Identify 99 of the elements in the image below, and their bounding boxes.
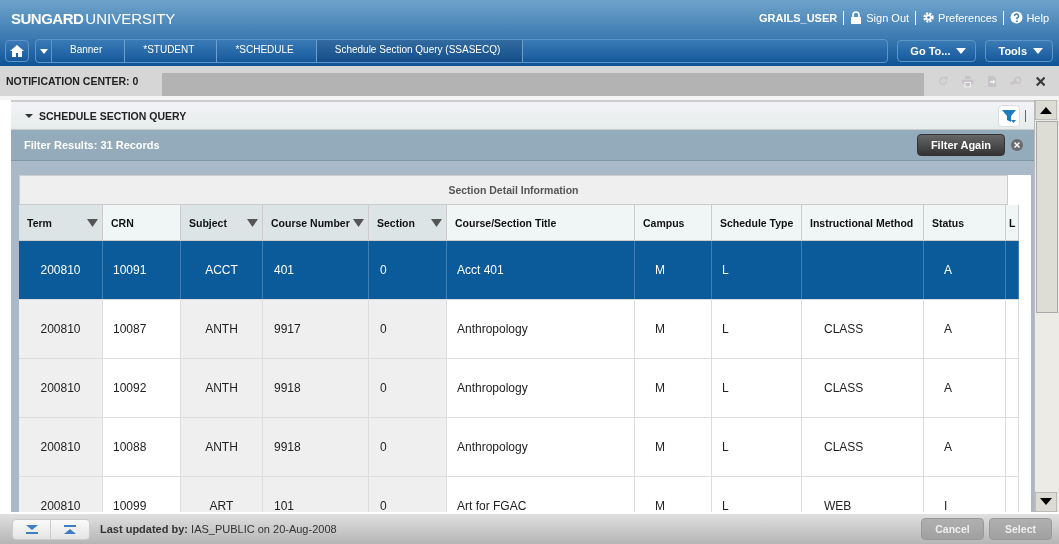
table-cell: M <box>655 440 665 454</box>
table-cell: A <box>944 440 952 454</box>
help-icon[interactable] <box>1010 11 1024 25</box>
table-cell: 0 <box>380 499 387 512</box>
home-icon[interactable] <box>10 45 24 57</box>
header-link[interactable]: Sign Out <box>850 11 910 25</box>
gear-icon[interactable] <box>922 11 936 25</box>
arrow-top-icon[interactable] <box>64 524 76 534</box>
breadcrumb[interactable]: Banner <box>52 40 126 62</box>
user-name: GRAILS_USER <box>759 12 838 24</box>
table-cell: CLASS <box>824 381 864 395</box>
last-updated: Last updated by: IAS_PUBLIC on 20-Aug-2008 <box>100 523 338 535</box>
table-cell: A <box>944 381 952 395</box>
breadcrumb[interactable]: *SCHEDULE <box>217 40 317 62</box>
table-cell: 401 <box>274 263 295 277</box>
table-cell: M <box>655 499 665 512</box>
table-cell: L <box>722 263 729 277</box>
table-cell: M <box>655 263 665 277</box>
table-cell: A <box>944 263 952 277</box>
section-toggle[interactable]: SCHEDULE SECTION QUERY <box>25 109 998 122</box>
table-cell: M <box>655 322 665 336</box>
close-icon[interactable] <box>1035 74 1045 88</box>
table-row[interactable]: 200810 10092 ANTH 9918 0 Anthropology M L CLASS A <box>19 359 1019 418</box>
column-header[interactable]: Section <box>369 205 447 240</box>
column-header[interactable]: Subject <box>181 205 263 240</box>
caret-icon[interactable] <box>956 48 967 54</box>
home-button[interactable] <box>5 40 29 62</box>
scroll-up-icon[interactable] <box>1035 100 1057 120</box>
column-header[interactable]: Course Number <box>263 205 369 240</box>
scroll-thumb[interactable] <box>1036 121 1058 313</box>
table-cell: 200810 <box>40 499 81 512</box>
table-cell: 200810 <box>40 322 81 336</box>
caret-icon[interactable] <box>1033 48 1043 54</box>
logo: SUNGARDUNIVERSITY <box>11 9 176 27</box>
scrollbar[interactable] <box>1034 100 1059 512</box>
table-cell: ART <box>209 499 234 512</box>
table-cell: A <box>944 322 952 336</box>
table-cell: Art for FGAC <box>457 499 527 512</box>
table-cell: 200810 <box>40 381 81 395</box>
column-header[interactable]: Term <box>19 205 103 240</box>
table-cell: 9917 <box>274 322 301 336</box>
scroll-down-icon[interactable] <box>1035 492 1057 512</box>
table-cell: 200810 <box>40 263 81 277</box>
table-cell: L <box>722 499 729 512</box>
table-cell: L <box>722 381 729 395</box>
filter-arrow-icon[interactable] <box>87 218 98 227</box>
table-cell: 10087 <box>113 322 147 336</box>
table-cell: WEB <box>824 499 852 512</box>
table-cell: CLASS <box>824 440 864 454</box>
group-header: Section Detail Information <box>448 184 579 196</box>
table-cell: ANTH <box>205 381 238 395</box>
table-cell: I <box>944 499 948 512</box>
filter-arrow-icon[interactable] <box>247 218 258 227</box>
table-cell: Anthropology <box>457 440 528 454</box>
table-cell: 9918 <box>274 440 301 454</box>
table-cell: 10091 <box>113 263 147 277</box>
table-cell: 0 <box>380 322 387 336</box>
arrow-bottom-icon[interactable] <box>25 524 38 534</box>
table-cell: M <box>655 381 665 395</box>
table-cell: CLASS <box>824 322 864 336</box>
breadcrumb[interactable]: *STUDENT <box>125 40 218 62</box>
column-header[interactable]: Instructional Method <box>802 205 924 240</box>
table-cell: Anthropology <box>457 381 528 395</box>
table-cell: 0 <box>380 440 387 454</box>
table-cell: 10088 <box>113 440 147 454</box>
table-cell: L <box>722 440 729 454</box>
filter-results: Filter Results: 31 Records <box>24 139 160 151</box>
collapse-caret-icon[interactable] <box>25 111 33 120</box>
column-header[interactable]: Status <box>924 205 1006 240</box>
caret-icon[interactable] <box>39 48 48 54</box>
table-cell: ACCT <box>205 263 238 277</box>
column-header[interactable]: Course/Section Title <box>447 205 635 240</box>
menu-button[interactable]: Go To... <box>897 40 977 62</box>
table-row[interactable]: 200810 10087 ANTH 9917 0 Anthropology M L CLASS A <box>19 300 1019 359</box>
table-cell: 101 <box>274 499 295 512</box>
table-cell: 9918 <box>274 381 301 395</box>
table-cell: 10092 <box>113 381 147 395</box>
column-header[interactable]: L <box>1006 205 1019 240</box>
table-cell: Acct 401 <box>457 263 504 277</box>
table-cell: 0 <box>380 263 387 277</box>
menu-button[interactable]: Tools <box>985 40 1053 62</box>
table-row[interactable]: 200810 10088 ANTH 9918 0 Anthropology M L CLASS A <box>19 418 1019 477</box>
filter-again-button[interactable]: Filter Again <box>916 134 1005 156</box>
table-cell: L <box>722 322 729 336</box>
clear-icon[interactable] <box>1011 139 1023 151</box>
column-header[interactable]: Schedule Type <box>712 205 802 240</box>
column-header[interactable]: Campus <box>635 205 712 240</box>
filter-arrow-icon[interactable] <box>431 218 442 227</box>
table-cell: 10099 <box>113 499 147 512</box>
filter-arrow-icon[interactable] <box>353 218 364 227</box>
table-cell: ANTH <box>205 322 238 336</box>
notification-center[interactable]: NOTIFICATION CENTER: 0 <box>0 75 162 87</box>
table-cell: ANTH <box>205 440 238 454</box>
lock-icon[interactable] <box>850 11 864 25</box>
table-cell: 0 <box>380 381 387 395</box>
table-cell: 200810 <box>40 440 81 454</box>
breadcrumb[interactable]: Schedule Section Query (SSASECQ) <box>316 40 524 62</box>
table-cell: Anthropology <box>457 322 528 336</box>
table-row[interactable]: 200810 10091 ACCT 401 0 Acct 401 M L A <box>19 241 1019 300</box>
